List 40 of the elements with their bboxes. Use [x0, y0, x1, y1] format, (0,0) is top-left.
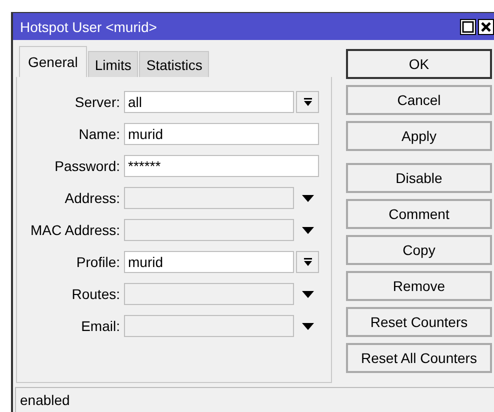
action-button[interactable]: Comment	[346, 199, 492, 229]
tab[interactable]: General	[19, 46, 87, 77]
dropdown-button[interactable]	[296, 251, 319, 273]
action-button[interactable]: Reset Counters	[346, 307, 492, 337]
input-field[interactable]: murid	[124, 123, 319, 145]
select-field[interactable]: all	[124, 91, 294, 113]
field-label: Routes:	[70, 286, 121, 302]
dialog-button[interactable]: OK	[346, 49, 492, 79]
input-field[interactable]	[124, 315, 294, 337]
dropdown-arrow-icon[interactable]	[302, 290, 314, 298]
field-label: Server:	[74, 94, 121, 110]
status-text: enabled	[20, 392, 70, 408]
dropdown-arrow-icon[interactable]	[302, 194, 314, 202]
field-label: MAC Address:	[30, 222, 121, 238]
field-label: Profile:	[75, 254, 121, 270]
action-button[interactable]: Copy	[346, 235, 492, 265]
input-field[interactable]	[124, 219, 294, 241]
tab[interactable]: Statistics	[139, 51, 210, 77]
field-label: Address:	[64, 190, 121, 206]
dropdown-arrow-icon	[302, 257, 312, 267]
action-button[interactable]: Remove	[346, 271, 492, 301]
window-title: Hotspot User <murid>	[20, 18, 158, 34]
maximize-icon[interactable]	[460, 18, 476, 34]
dropdown-arrow-icon	[302, 97, 312, 107]
tab[interactable]: Limits	[88, 51, 138, 77]
dialog-button[interactable]: Apply	[346, 121, 492, 151]
field-label: Email:	[80, 318, 121, 334]
field-label: Name:	[78, 126, 121, 142]
field-label: Password:	[54, 158, 121, 174]
input-field[interactable]	[124, 283, 294, 305]
select-field[interactable]: murid	[124, 251, 294, 273]
dropdown-arrow-icon[interactable]	[302, 322, 314, 330]
dropdown-button[interactable]	[296, 91, 319, 113]
dropdown-arrow-icon[interactable]	[302, 226, 314, 234]
action-button[interactable]: Reset All Counters	[346, 343, 492, 373]
input-field[interactable]: ******	[124, 155, 319, 177]
dialog-button[interactable]: Cancel	[346, 85, 492, 115]
action-button[interactable]: Disable	[346, 163, 492, 193]
close-icon[interactable]	[478, 18, 494, 34]
input-field[interactable]	[124, 187, 294, 209]
